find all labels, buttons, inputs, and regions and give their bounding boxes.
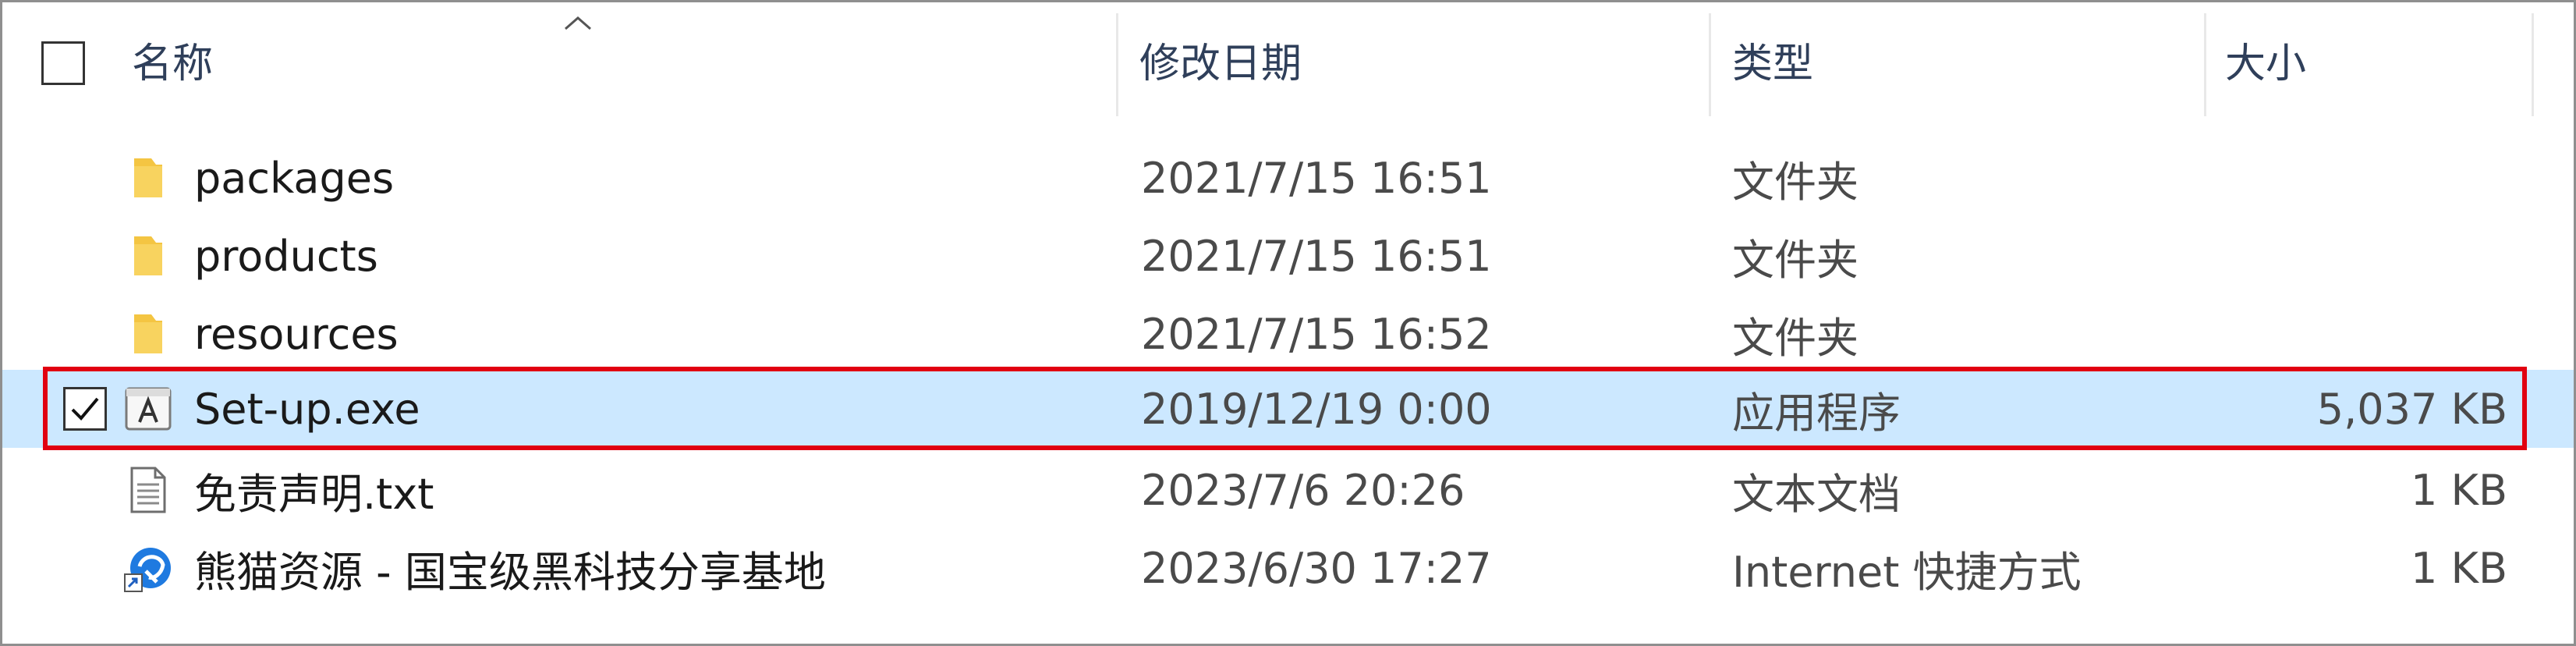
file-name: resources [194, 309, 399, 359]
file-type: Internet 快捷方式 [1732, 547, 2082, 597]
file-row-resources[interactable]: resources 2021/7/15 16:52 文件夹 [2, 295, 2574, 373]
file-name: packages [194, 153, 395, 203]
file-date: 2019/12/19 0:00 [1141, 384, 1492, 434]
internet-shortcut-icon [122, 529, 174, 607]
text-file-icon [122, 451, 174, 529]
file-row-disclaimer-txt[interactable]: 免责声明.txt 2023/7/6 20:26 文本文档 1 KB [2, 451, 2574, 529]
column-divider[interactable] [1116, 13, 1118, 116]
file-size [2225, 139, 2507, 217]
file-row-packages[interactable]: packages 2021/7/15 16:51 文件夹 [2, 139, 2574, 217]
file-date: 2021/7/15 16:51 [1141, 231, 1492, 281]
file-date: 2021/7/15 16:52 [1141, 309, 1492, 359]
file-row-products[interactable]: products 2021/7/15 16:51 文件夹 [2, 217, 2574, 295]
adobe-installer-icon [122, 370, 174, 448]
file-size: 1 KB [2411, 465, 2507, 515]
column-divider[interactable] [2204, 13, 2206, 116]
row-checkbox-checked[interactable] [63, 387, 107, 431]
file-row-setup-exe[interactable]: Set-up.exe 2019/12/19 0:00 应用程序 5,037 KB [2, 370, 2574, 448]
sort-ascending-icon [565, 16, 591, 30]
file-explorer-details-view: 名称 修改日期 类型 大小 packages 2021/7/15 16:51 文… [0, 0, 2576, 646]
file-size [2225, 295, 2507, 373]
file-date: 2023/7/6 20:26 [1141, 465, 1465, 515]
file-size: 5,037 KB [2316, 384, 2507, 434]
file-name: products [194, 231, 378, 281]
folder-icon [122, 139, 174, 217]
column-header-name[interactable]: 名称 [132, 2, 213, 116]
file-date: 2023/6/30 17:27 [1141, 543, 1492, 593]
file-type: 文本文档 [1732, 469, 1901, 519]
select-all-checkbox[interactable] [41, 41, 85, 85]
column-header-size[interactable]: 大小 [2225, 2, 2306, 116]
file-date: 2021/7/15 16:51 [1141, 153, 1492, 203]
column-header-date[interactable]: 修改日期 [1139, 2, 1302, 116]
file-name: 免责声明.txt [194, 469, 434, 519]
file-type: 文件夹 [1732, 313, 1858, 363]
file-type: 文件夹 [1732, 235, 1858, 285]
column-header-row: 名称 修改日期 类型 大小 [2, 2, 2574, 116]
file-row-internet-shortcut[interactable]: 熊猫资源 - 国宝级黑科技分享基地 2023/6/30 17:27 Intern… [2, 529, 2574, 607]
column-header-type[interactable]: 类型 [1732, 2, 1813, 116]
file-type: 应用程序 [1732, 388, 1901, 438]
file-name: Set-up.exe [194, 384, 420, 434]
file-size: 1 KB [2411, 543, 2507, 593]
folder-icon [122, 295, 174, 373]
file-name: 熊猫资源 - 国宝级黑科技分享基地 [194, 547, 826, 597]
folder-icon [122, 217, 174, 295]
file-size [2225, 217, 2507, 295]
column-divider[interactable] [2532, 13, 2534, 116]
column-divider[interactable] [1709, 13, 1711, 116]
file-type: 文件夹 [1732, 157, 1858, 207]
